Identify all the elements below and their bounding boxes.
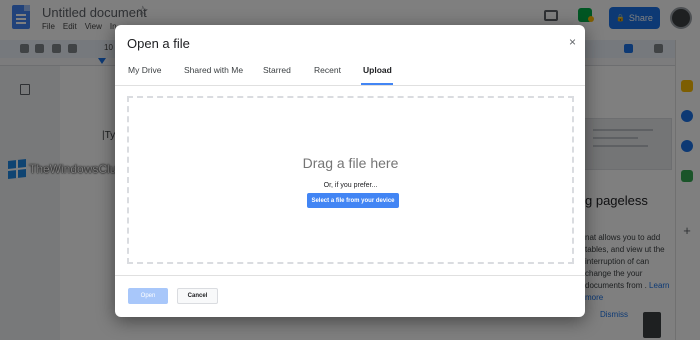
dialog-title: Open a file	[127, 36, 190, 51]
upload-dropzone[interactable]: Drag a file here Or, if you prefer... Se…	[127, 96, 574, 264]
tab-shared-with-me[interactable]: Shared with Me	[184, 65, 243, 75]
footer-divider	[115, 275, 585, 276]
cancel-button[interactable]: Cancel	[177, 288, 218, 304]
tab-upload[interactable]: Upload	[363, 65, 392, 75]
select-file-button[interactable]: Select a file from your device	[307, 193, 399, 208]
open-file-dialog: Open a file × My Drive Shared with Me St…	[115, 25, 585, 317]
tab-my-drive[interactable]: My Drive	[128, 65, 162, 75]
tab-starred[interactable]: Starred	[263, 65, 291, 75]
close-icon[interactable]: ×	[569, 35, 576, 49]
dropzone-title: Drag a file here	[302, 155, 399, 171]
tab-recent[interactable]: Recent	[314, 65, 341, 75]
open-button[interactable]: Open	[128, 288, 168, 304]
dropzone-subtitle: Or, if you prefer...	[323, 182, 378, 189]
active-tab-indicator	[361, 83, 393, 85]
tab-bar: My Drive Shared with Me Starred Recent U…	[115, 61, 585, 86]
